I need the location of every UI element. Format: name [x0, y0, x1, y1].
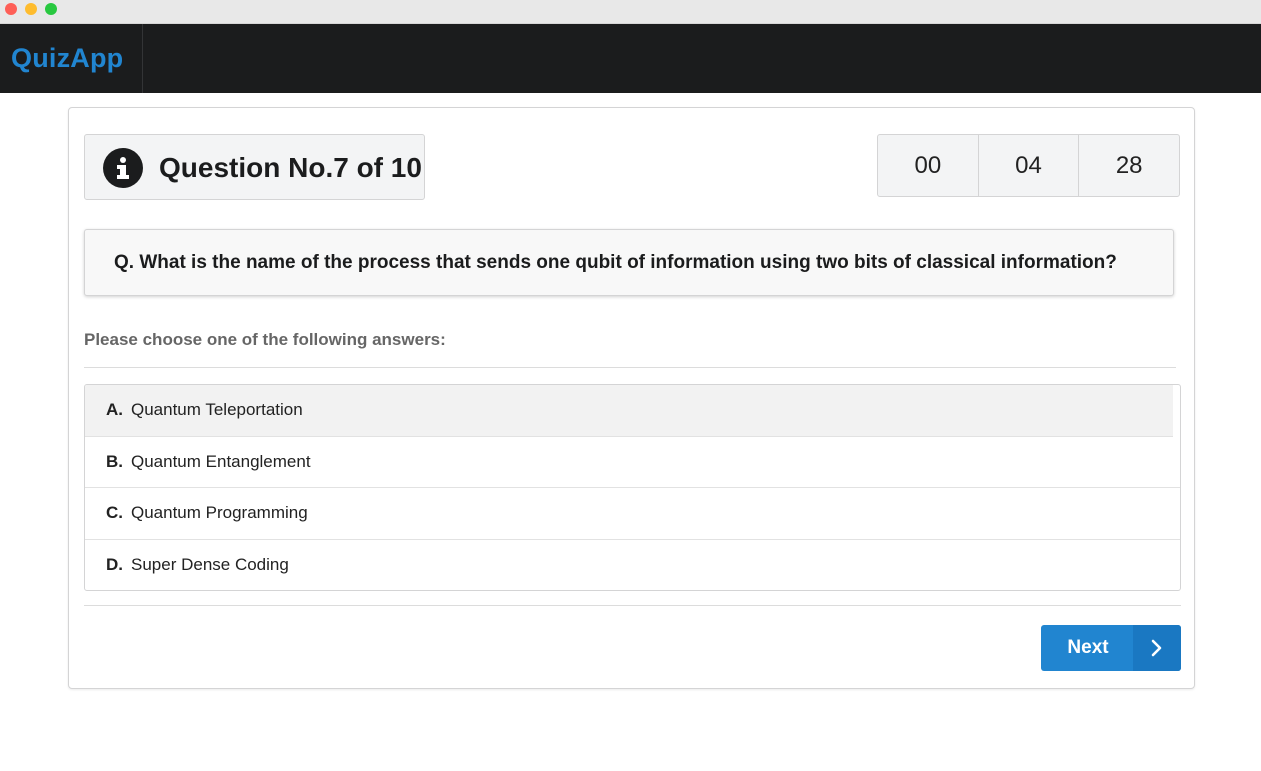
close-window-button[interactable] [5, 3, 17, 15]
top-navbar: QuizApp [0, 24, 1261, 93]
answer-option-c[interactable]: C. Quantum Programming [85, 488, 1180, 540]
answer-text: Quantum Entanglement [131, 451, 311, 471]
answer-letter: C. [106, 503, 123, 523]
divider [84, 367, 1176, 368]
question-text: Q. What is the name of the process that … [114, 251, 1117, 273]
timer-seconds: 28 [1115, 151, 1143, 179]
maximize-window-button[interactable] [45, 3, 57, 15]
countdown-timer: 00 04 28 [877, 134, 1180, 197]
answer-prompt: Please choose one of the following answe… [84, 330, 446, 349]
timer-minutes: 04 [979, 135, 1080, 196]
answer-text: Quantum Teleportation [131, 400, 303, 420]
question-number-title: Question No.7 of 10 [159, 152, 422, 183]
next-button-label: Next [1067, 637, 1109, 658]
answer-text: Quantum Programming [131, 503, 308, 523]
brand-logo[interactable]: QuizApp [0, 24, 143, 93]
chevron-right-icon [1133, 625, 1181, 671]
question-box: Q. What is the name of the process that … [84, 229, 1174, 296]
timer-hours: 00 [878, 135, 979, 196]
question-status-header: Question No.7 of 10 [84, 134, 425, 200]
window-titlebar [0, 0, 1261, 24]
next-button[interactable]: Next [1041, 625, 1181, 671]
minimize-window-button[interactable] [25, 3, 37, 15]
answer-option-a[interactable]: A. Quantum Teleportation [85, 385, 1173, 437]
brand-name: QuizApp [11, 43, 124, 73]
answer-text: Super Dense Coding [131, 555, 289, 575]
info-icon [103, 148, 143, 188]
answer-letter: B. [106, 451, 123, 471]
answer-option-d[interactable]: D. Super Dense Coding [85, 540, 1180, 591]
answer-option-b[interactable]: B. Quantum Entanglement [85, 437, 1180, 488]
quiz-card: Question No.7 of 10 00 04 28 Q. What is … [68, 107, 1195, 689]
answer-list: A. Quantum Teleportation B. Quantum Enta… [84, 384, 1181, 591]
answer-letter: A. [106, 400, 123, 420]
divider [84, 605, 1181, 606]
answer-letter: D. [106, 555, 123, 575]
